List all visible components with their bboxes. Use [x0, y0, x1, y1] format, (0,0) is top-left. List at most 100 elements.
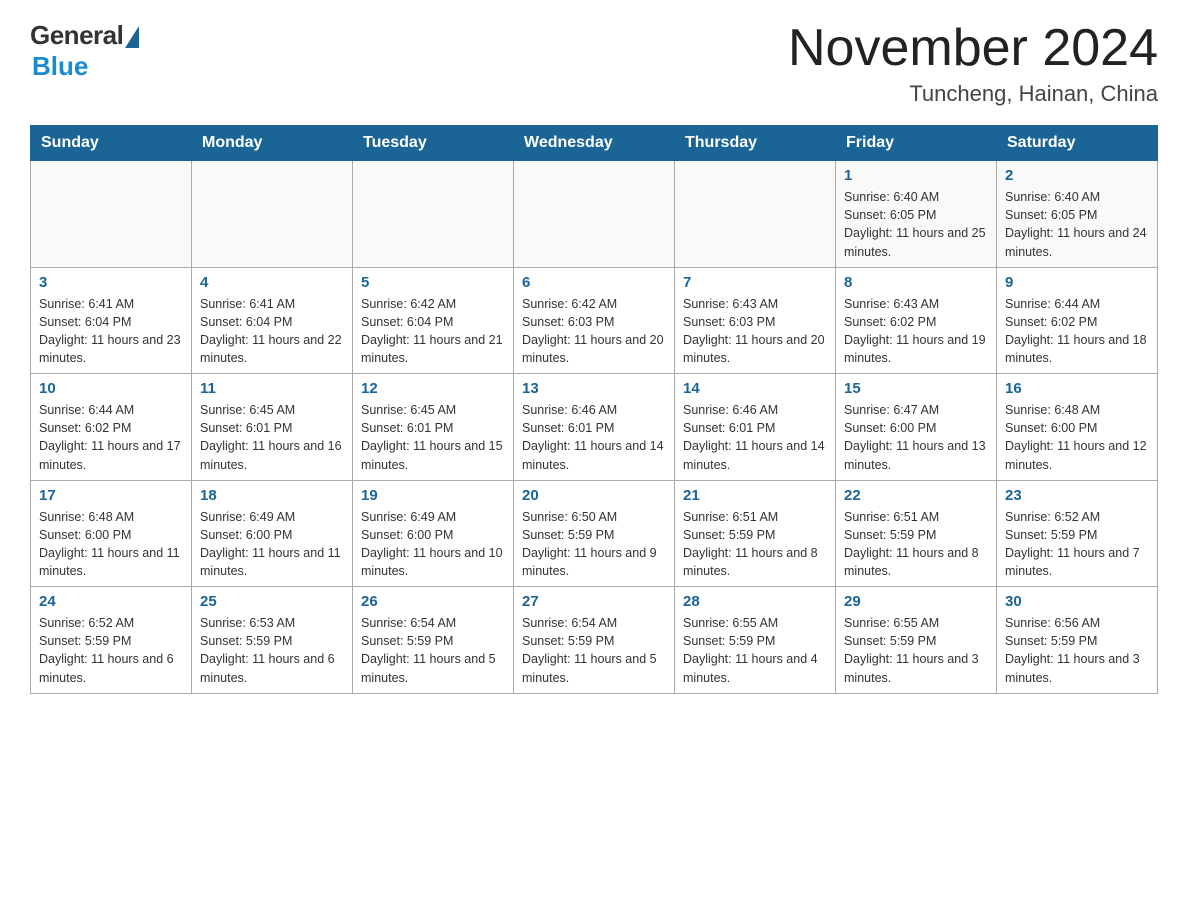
day-number: 3 [39, 274, 183, 291]
day-info: Sunrise: 6:54 AMSunset: 5:59 PMDaylight:… [522, 614, 666, 687]
week-row-2: 10 Sunrise: 6:44 AMSunset: 6:02 PMDayligh… [31, 374, 1158, 481]
calendar-cell: 3 Sunrise: 6:41 AMSunset: 6:04 PMDaylight… [31, 267, 192, 374]
calendar-cell: 24 Sunrise: 6:52 AMSunset: 5:59 PMDayligh… [31, 587, 192, 694]
calendar-cell: 16 Sunrise: 6:48 AMSunset: 6:00 PMDayligh… [997, 374, 1158, 481]
day-info: Sunrise: 6:43 AMSunset: 6:02 PMDaylight:… [844, 295, 988, 368]
calendar-cell: 6 Sunrise: 6:42 AMSunset: 6:03 PMDaylight… [514, 267, 675, 374]
day-info: Sunrise: 6:55 AMSunset: 5:59 PMDaylight:… [844, 614, 988, 687]
day-info: Sunrise: 6:44 AMSunset: 6:02 PMDaylight:… [39, 401, 183, 474]
calendar-body: 1 Sunrise: 6:40 AMSunset: 6:05 PMDaylight… [31, 161, 1158, 694]
calendar-cell: 4 Sunrise: 6:41 AMSunset: 6:04 PMDaylight… [192, 267, 353, 374]
day-info: Sunrise: 6:50 AMSunset: 5:59 PMDaylight:… [522, 508, 666, 581]
day-number: 8 [844, 274, 988, 291]
day-number: 24 [39, 593, 183, 610]
week-row-3: 17Sunrise: 6:48 AMSunset: 6:00 PMDayligh… [31, 480, 1158, 587]
calendar-cell [31, 161, 192, 268]
day-number: 27 [522, 593, 666, 610]
location-subtitle: Tuncheng, Hainan, China [788, 81, 1158, 107]
calendar-cell: 25 Sunrise: 6:53 AMSunset: 5:59 PMDayligh… [192, 587, 353, 694]
calendar-cell: 10 Sunrise: 6:44 AMSunset: 6:02 PMDayligh… [31, 374, 192, 481]
day-number: 15 [844, 380, 988, 397]
day-number: 4 [200, 274, 344, 291]
day-number: 12 [361, 380, 505, 397]
day-info: Sunrise: 6:51 AMSunset: 5:59 PMDaylight:… [683, 508, 827, 581]
header-monday: Monday [192, 126, 353, 161]
day-info: Sunrise: 6:43 AMSunset: 6:03 PMDaylight:… [683, 295, 827, 368]
calendar-cell: 29 Sunrise: 6:55 AMSunset: 5:59 PMDayligh… [836, 587, 997, 694]
day-info: Sunrise: 6:56 AMSunset: 5:59 PMDaylight:… [1005, 614, 1149, 687]
logo: General Blue [30, 20, 139, 82]
logo-general-text: General [30, 20, 123, 51]
calendar-cell: 13Sunrise: 6:46 AMSunset: 6:01 PMDayligh… [514, 374, 675, 481]
day-info: Sunrise: 6:52 AMSunset: 5:59 PMDaylight:… [39, 614, 183, 687]
calendar-cell: 15 Sunrise: 6:47 AMSunset: 6:00 PMDayligh… [836, 374, 997, 481]
day-info: Sunrise: 6:40 AMSunset: 6:05 PMDaylight:… [1005, 188, 1149, 261]
day-number: 20 [522, 487, 666, 504]
day-info: Sunrise: 6:49 AMSunset: 6:00 PMDaylight:… [361, 508, 505, 581]
month-year-title: November 2024 [788, 20, 1158, 77]
day-number: 28 [683, 593, 827, 610]
day-number: 21 [683, 487, 827, 504]
day-number: 23 [1005, 487, 1149, 504]
day-info: Sunrise: 6:54 AMSunset: 5:59 PMDaylight:… [361, 614, 505, 687]
day-info: Sunrise: 6:55 AMSunset: 5:59 PMDaylight:… [683, 614, 827, 687]
calendar-cell [192, 161, 353, 268]
day-info: Sunrise: 6:44 AMSunset: 6:02 PMDaylight:… [1005, 295, 1149, 368]
calendar-cell: 5 Sunrise: 6:42 AMSunset: 6:04 PMDaylight… [353, 267, 514, 374]
calendar-cell: 9 Sunrise: 6:44 AMSunset: 6:02 PMDaylight… [997, 267, 1158, 374]
day-number: 2 [1005, 167, 1149, 184]
day-info: Sunrise: 6:51 AMSunset: 5:59 PMDaylight:… [844, 508, 988, 581]
day-info: Sunrise: 6:49 AMSunset: 6:00 PMDaylight:… [200, 508, 344, 581]
header-wednesday: Wednesday [514, 126, 675, 161]
day-info: Sunrise: 6:42 AMSunset: 6:03 PMDaylight:… [522, 295, 666, 368]
calendar-cell: 2 Sunrise: 6:40 AMSunset: 6:05 PMDaylight… [997, 161, 1158, 268]
calendar-cell: 27 Sunrise: 6:54 AMSunset: 5:59 PMDayligh… [514, 587, 675, 694]
day-number: 25 [200, 593, 344, 610]
day-number: 5 [361, 274, 505, 291]
day-number: 1 [844, 167, 988, 184]
calendar-cell: 17Sunrise: 6:48 AMSunset: 6:00 PMDayligh… [31, 480, 192, 587]
day-info: Sunrise: 6:45 AMSunset: 6:01 PMDaylight:… [361, 401, 505, 474]
header-tuesday: Tuesday [353, 126, 514, 161]
calendar-cell: 12 Sunrise: 6:45 AMSunset: 6:01 PMDayligh… [353, 374, 514, 481]
day-number: 7 [683, 274, 827, 291]
logo-triangle-icon [125, 26, 139, 48]
page-header: General Blue November 2024 Tuncheng, Hai… [30, 20, 1158, 107]
day-info: Sunrise: 6:41 AMSunset: 6:04 PMDaylight:… [200, 295, 344, 368]
day-info: Sunrise: 6:53 AMSunset: 5:59 PMDaylight:… [200, 614, 344, 687]
calendar-cell [675, 161, 836, 268]
calendar-cell: 26 Sunrise: 6:54 AMSunset: 5:59 PMDayligh… [353, 587, 514, 694]
header-saturday: Saturday [997, 126, 1158, 161]
day-info: Sunrise: 6:48 AMSunset: 6:00 PMDaylight:… [1005, 401, 1149, 474]
day-info: Sunrise: 6:41 AMSunset: 6:04 PMDaylight:… [39, 295, 183, 368]
day-number: 26 [361, 593, 505, 610]
calendar-cell [353, 161, 514, 268]
day-info: Sunrise: 6:47 AMSunset: 6:00 PMDaylight:… [844, 401, 988, 474]
day-number: 30 [1005, 593, 1149, 610]
week-row-4: 24 Sunrise: 6:52 AMSunset: 5:59 PMDayligh… [31, 587, 1158, 694]
week-row-0: 1 Sunrise: 6:40 AMSunset: 6:05 PMDaylight… [31, 161, 1158, 268]
day-info: Sunrise: 6:42 AMSunset: 6:04 PMDaylight:… [361, 295, 505, 368]
header-friday: Friday [836, 126, 997, 161]
calendar-cell: 30 Sunrise: 6:56 AMSunset: 5:59 PMDayligh… [997, 587, 1158, 694]
day-number: 9 [1005, 274, 1149, 291]
day-info: Sunrise: 6:45 AMSunset: 6:01 PMDaylight:… [200, 401, 344, 474]
day-number: 17 [39, 487, 183, 504]
day-number: 14 [683, 380, 827, 397]
week-row-1: 3 Sunrise: 6:41 AMSunset: 6:04 PMDaylight… [31, 267, 1158, 374]
calendar-cell: 23Sunrise: 6:52 AMSunset: 5:59 PMDayligh… [997, 480, 1158, 587]
day-number: 19 [361, 487, 505, 504]
calendar-cell [514, 161, 675, 268]
day-number: 29 [844, 593, 988, 610]
calendar-cell: 21 Sunrise: 6:51 AMSunset: 5:59 PMDayligh… [675, 480, 836, 587]
calendar-cell: 8 Sunrise: 6:43 AMSunset: 6:02 PMDaylight… [836, 267, 997, 374]
day-number: 16 [1005, 380, 1149, 397]
title-block: November 2024 Tuncheng, Hainan, China [788, 20, 1158, 107]
day-info: Sunrise: 6:46 AMSunset: 6:01 PMDaylight:… [683, 401, 827, 474]
day-number: 10 [39, 380, 183, 397]
calendar-table: SundayMondayTuesdayWednesdayThursdayFrid… [30, 125, 1158, 694]
calendar-cell: 19 Sunrise: 6:49 AMSunset: 6:00 PMDayligh… [353, 480, 514, 587]
day-number: 6 [522, 274, 666, 291]
day-number: 18 [200, 487, 344, 504]
day-info: Sunrise: 6:46 AMSunset: 6:01 PMDaylight:… [522, 401, 666, 474]
